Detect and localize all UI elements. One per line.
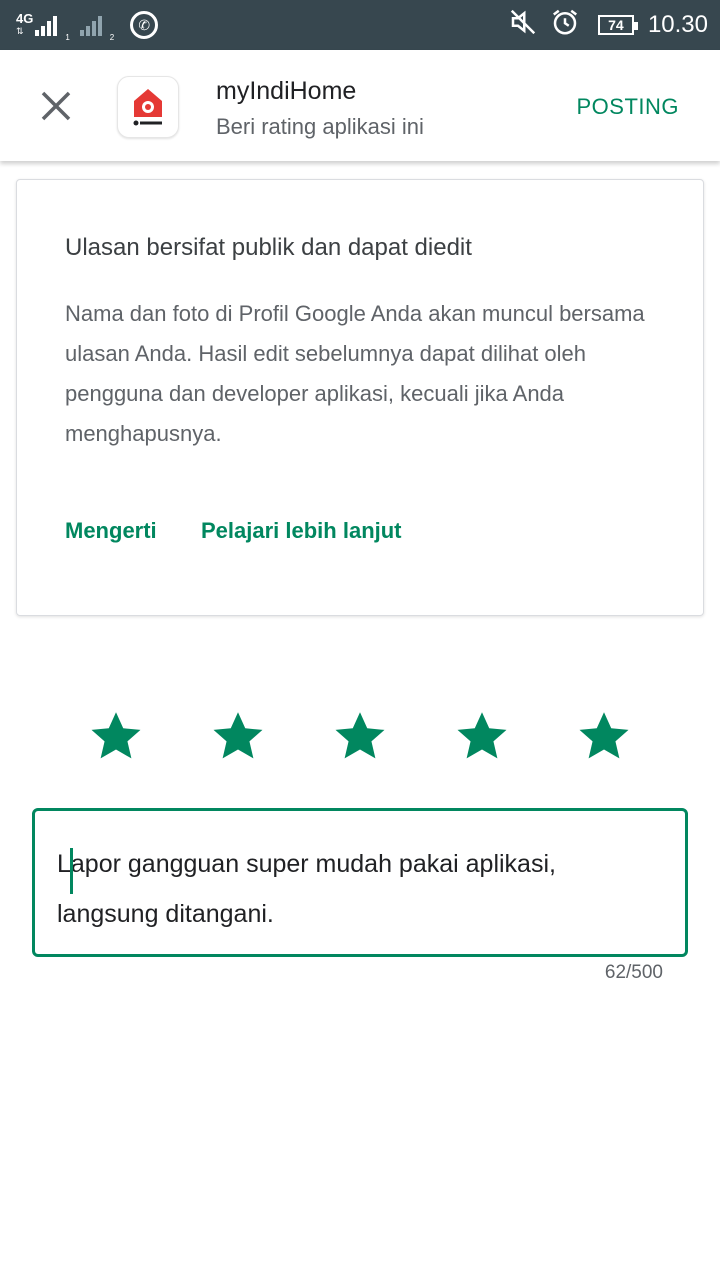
star-3-button[interactable] [332, 708, 388, 764]
close-icon [41, 91, 71, 121]
review-text[interactable]: Lapor gangguan super mudah pakai aplikas… [57, 839, 647, 939]
close-button[interactable] [36, 86, 76, 126]
battery-icon: 74 [597, 15, 638, 35]
star-1-button[interactable] [88, 708, 144, 764]
learn-more-link[interactable]: Pelajari lebih lanjut [201, 518, 402, 544]
data-arrows-icon: ⇅ [16, 26, 24, 36]
battery-level: 74 [608, 17, 624, 33]
network-type: 4G [16, 11, 34, 26]
status-bar: 4G ⇅ 1 2 ✆ 74 10.30 [0, 0, 720, 50]
rate-subtitle: Beri rating aplikasi ini [216, 114, 424, 139]
alarm-icon [550, 7, 580, 44]
star-icon [457, 712, 507, 759]
star-5-button[interactable] [576, 708, 632, 764]
signal-icon [35, 14, 59, 36]
star-2-button[interactable] [210, 708, 266, 764]
sim2-index: 2 [109, 33, 115, 42]
star-icon [335, 712, 385, 759]
star-4-button[interactable] [454, 708, 510, 764]
app-name: myIndiHome [216, 77, 357, 105]
network-indicator: 4G ⇅ [16, 11, 34, 37]
clock: 10.30 [647, 11, 708, 38]
understand-button[interactable]: Mengerti [65, 518, 157, 544]
notice-body: Nama dan foto di Profil Google Anda akan… [65, 301, 645, 446]
text-cursor [70, 848, 73, 894]
star-icon [91, 712, 141, 759]
status-right: 74 10.30 [496, 8, 708, 42]
review-text-field[interactable]: Lapor gangguan super mudah pakai aplikas… [32, 808, 688, 957]
sim1-index: 1 [65, 33, 70, 42]
mute-icon [508, 7, 538, 44]
rating-header: myIndiHome Beri rating aplikasi ini POST… [0, 50, 720, 161]
signal-icon-sim2 [79, 14, 104, 36]
post-button[interactable]: POSTING [576, 94, 679, 120]
app-logo [117, 76, 179, 138]
star-icon [579, 712, 629, 759]
public-review-notice-card: Ulasan bersifat publik dan dapat diedit … [16, 179, 704, 616]
status-left: 4G ⇅ 1 2 ✆ [16, 8, 159, 42]
star-rating [0, 708, 720, 768]
whatsapp-icon: ✆ [130, 11, 159, 39]
star-icon [213, 712, 263, 759]
notice-title: Ulasan bersifat publik dan dapat diedit [65, 234, 472, 261]
character-counter: 62/500 [604, 962, 663, 983]
